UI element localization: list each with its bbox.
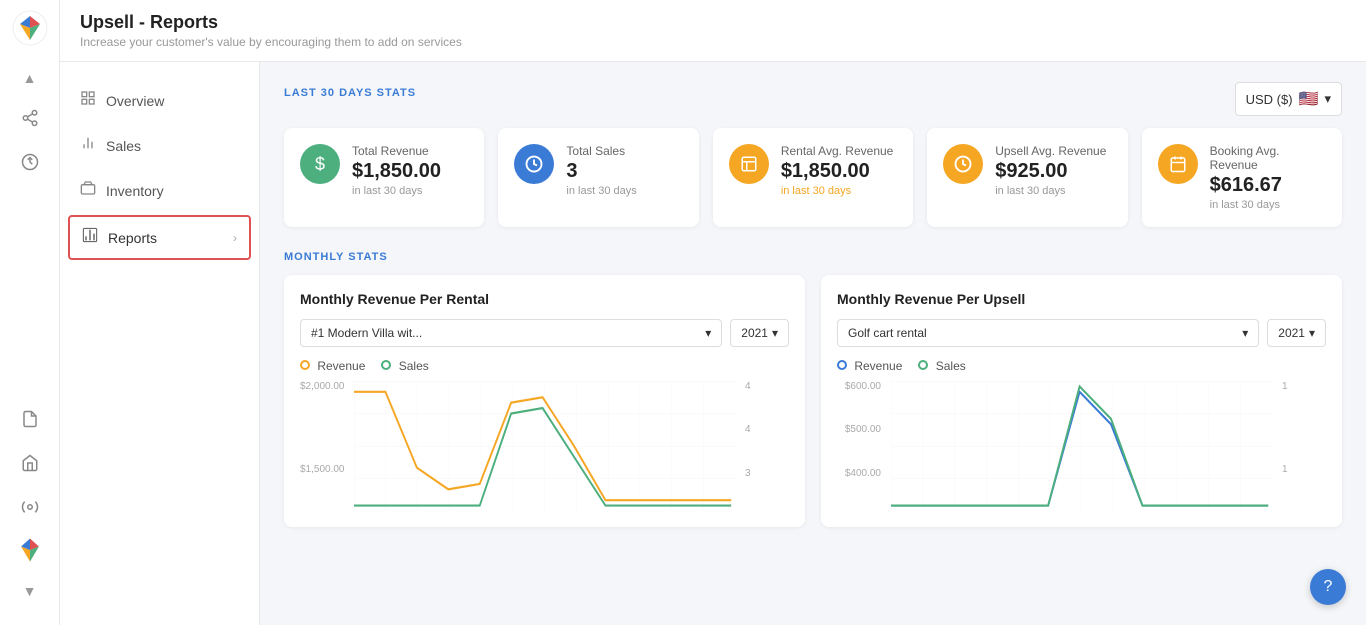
rental-chart-plot xyxy=(354,381,735,511)
rental-year-label: 2021 xyxy=(741,326,768,340)
currency-chevron-icon: ▾ xyxy=(1324,91,1331,107)
collapse-down-icon[interactable]: ▼ xyxy=(16,577,44,605)
total-sales-icon xyxy=(514,144,554,184)
rental-y-right-axis: 4 4 3 xyxy=(739,381,789,511)
upsell-legend-sales: Sales xyxy=(918,359,965,373)
stat-card-rental-avg: Rental Avg. Revenue $1,850.00 in last 30… xyxy=(713,128,913,227)
upsell-avg-sub: in last 30 days xyxy=(995,185,1111,197)
upsell-chart-controls: Golf cart rental ▾ 2021 ▾ xyxy=(837,319,1326,347)
monthly-grid: Monthly Revenue Per Rental #1 Modern Vil… xyxy=(284,275,1342,527)
stat-card-booking-avg: Booking Avg. Revenue $616.67 in last 30 … xyxy=(1142,128,1342,227)
booking-avg-icon xyxy=(1158,144,1198,184)
upsell-y-right-axis: 1 1 xyxy=(1276,381,1326,511)
stats-cards: $ Total Revenue $1,850.00 in last 30 day… xyxy=(284,128,1342,227)
sidebar-item-sales[interactable]: Sales xyxy=(60,123,259,168)
rental-chart-area: $2,000.00 $1,500.00 xyxy=(300,381,789,511)
rental-avg-label: Rental Avg. Revenue xyxy=(781,144,897,158)
app-logo[interactable] xyxy=(12,10,48,46)
flag-icon: 🇺🇸 xyxy=(1299,89,1319,109)
stat-card-total-revenue: $ Total Revenue $1,850.00 in last 30 day… xyxy=(284,128,484,227)
sidebar: Overview Sales Inventory xyxy=(60,62,260,625)
monthly-section: MONTHLY STATS Monthly Revenue Per Rental… xyxy=(284,251,1342,527)
total-sales-label: Total Sales xyxy=(566,144,682,158)
sidebar-sales-label: Sales xyxy=(106,138,141,154)
help-icon: ? xyxy=(1324,578,1333,596)
upsell-avg-value: $925.00 xyxy=(995,160,1111,183)
upsell-property-select[interactable]: Golf cart rental ▾ xyxy=(837,319,1259,347)
upsell-legend-revenue: Revenue xyxy=(837,359,902,373)
rental-property-chevron: ▾ xyxy=(705,326,711,340)
rental-y-axis: $2,000.00 $1,500.00 xyxy=(300,381,350,511)
upsell-chart-card: Monthly Revenue Per Upsell Golf cart ren… xyxy=(821,275,1342,527)
help-button[interactable]: ? xyxy=(1310,569,1346,605)
upsell-chart-area: $600.00 $500.00 $400.00 xyxy=(837,381,1326,511)
total-revenue-icon: $ xyxy=(300,144,340,184)
rental-avg-icon xyxy=(729,144,769,184)
total-revenue-value: $1,850.00 xyxy=(352,160,468,183)
last30-label: LAST 30 DAYS STATS xyxy=(284,87,416,99)
upsell-avg-label: Upsell Avg. Revenue xyxy=(995,144,1111,158)
upsell-chart-legend: Revenue Sales xyxy=(837,359,1326,373)
rental-legend-sales: Sales xyxy=(381,359,428,373)
page-title: Upsell - Reports xyxy=(80,12,462,33)
upsell-y-axis: $600.00 $500.00 $400.00 xyxy=(837,381,887,511)
upsell-year-select[interactable]: 2021 ▾ xyxy=(1267,319,1326,347)
rental-chart-card: Monthly Revenue Per Rental #1 Modern Vil… xyxy=(284,275,805,527)
rental-avg-sub: in last 30 days xyxy=(781,185,897,197)
booking-avg-sub: in last 30 days xyxy=(1210,199,1326,211)
upsell-icon[interactable] xyxy=(12,144,48,180)
main-content: LAST 30 DAYS STATS USD ($) 🇺🇸 ▾ $ Total … xyxy=(260,62,1366,625)
currency-selector[interactable]: USD ($) 🇺🇸 ▾ xyxy=(1235,82,1342,116)
rental-legend-revenue: Revenue xyxy=(300,359,365,373)
share-icon[interactable] xyxy=(12,100,48,136)
rental-property-label: #1 Modern Villa wit... xyxy=(311,326,422,340)
sidebar-inventory-label: Inventory xyxy=(106,183,164,199)
upsell-chart-plot xyxy=(891,381,1272,511)
app-logo-bottom[interactable] xyxy=(12,533,48,569)
store-icon[interactable] xyxy=(12,445,48,481)
upsell-year-chevron: ▾ xyxy=(1309,326,1315,340)
page-subtitle: Increase your customer's value by encour… xyxy=(80,35,462,49)
upsell-property-label: Golf cart rental xyxy=(848,326,927,340)
currency-label: USD ($) xyxy=(1246,92,1293,107)
upsell-property-chevron: ▾ xyxy=(1242,326,1248,340)
total-sales-value: 3 xyxy=(566,160,682,183)
rental-chart-controls: #1 Modern Villa wit... ▾ 2021 ▾ xyxy=(300,319,789,347)
total-revenue-label: Total Revenue xyxy=(352,144,468,158)
booking-avg-value: $616.67 xyxy=(1210,174,1326,197)
upsell-year-label: 2021 xyxy=(1278,326,1305,340)
rental-chart-title: Monthly Revenue Per Rental xyxy=(300,291,789,307)
rental-year-select[interactable]: 2021 ▾ xyxy=(730,319,789,347)
document-icon[interactable] xyxy=(12,401,48,437)
upsell-chart-title: Monthly Revenue Per Upsell xyxy=(837,291,1326,307)
icon-bar: ▲ xyxy=(0,0,60,625)
tool-icon[interactable] xyxy=(12,489,48,525)
reports-icon xyxy=(82,227,98,248)
sidebar-item-inventory[interactable]: Inventory xyxy=(60,168,259,213)
rental-chart-legend: Revenue Sales xyxy=(300,359,789,373)
rental-year-chevron: ▾ xyxy=(772,326,778,340)
monthly-label: MONTHLY STATS xyxy=(284,251,1342,263)
total-revenue-sub: in last 30 days xyxy=(352,185,468,197)
rental-property-select[interactable]: #1 Modern Villa wit... ▾ xyxy=(300,319,722,347)
total-sales-sub: in last 30 days xyxy=(566,185,682,197)
stats-header: LAST 30 DAYS STATS USD ($) 🇺🇸 ▾ xyxy=(284,82,1342,116)
stat-card-total-sales: Total Sales 3 in last 30 days xyxy=(498,128,698,227)
reports-chevron-icon: › xyxy=(233,231,237,245)
top-bar: Upsell - Reports Increase your customer'… xyxy=(60,0,1366,62)
stat-card-upsell-avg: Upsell Avg. Revenue $925.00 in last 30 d… xyxy=(927,128,1127,227)
sidebar-item-overview[interactable]: Overview xyxy=(60,78,259,123)
sales-icon xyxy=(80,135,96,156)
rental-avg-value: $1,850.00 xyxy=(781,160,897,183)
sidebar-item-reports[interactable]: Reports › xyxy=(68,215,251,260)
inventory-icon xyxy=(80,180,96,201)
overview-icon xyxy=(80,90,96,111)
booking-avg-label: Booking Avg. Revenue xyxy=(1210,144,1326,172)
collapse-up-icon[interactable]: ▲ xyxy=(16,64,44,92)
upsell-avg-icon xyxy=(943,144,983,184)
sidebar-overview-label: Overview xyxy=(106,93,164,109)
sidebar-reports-label: Reports xyxy=(108,230,157,246)
